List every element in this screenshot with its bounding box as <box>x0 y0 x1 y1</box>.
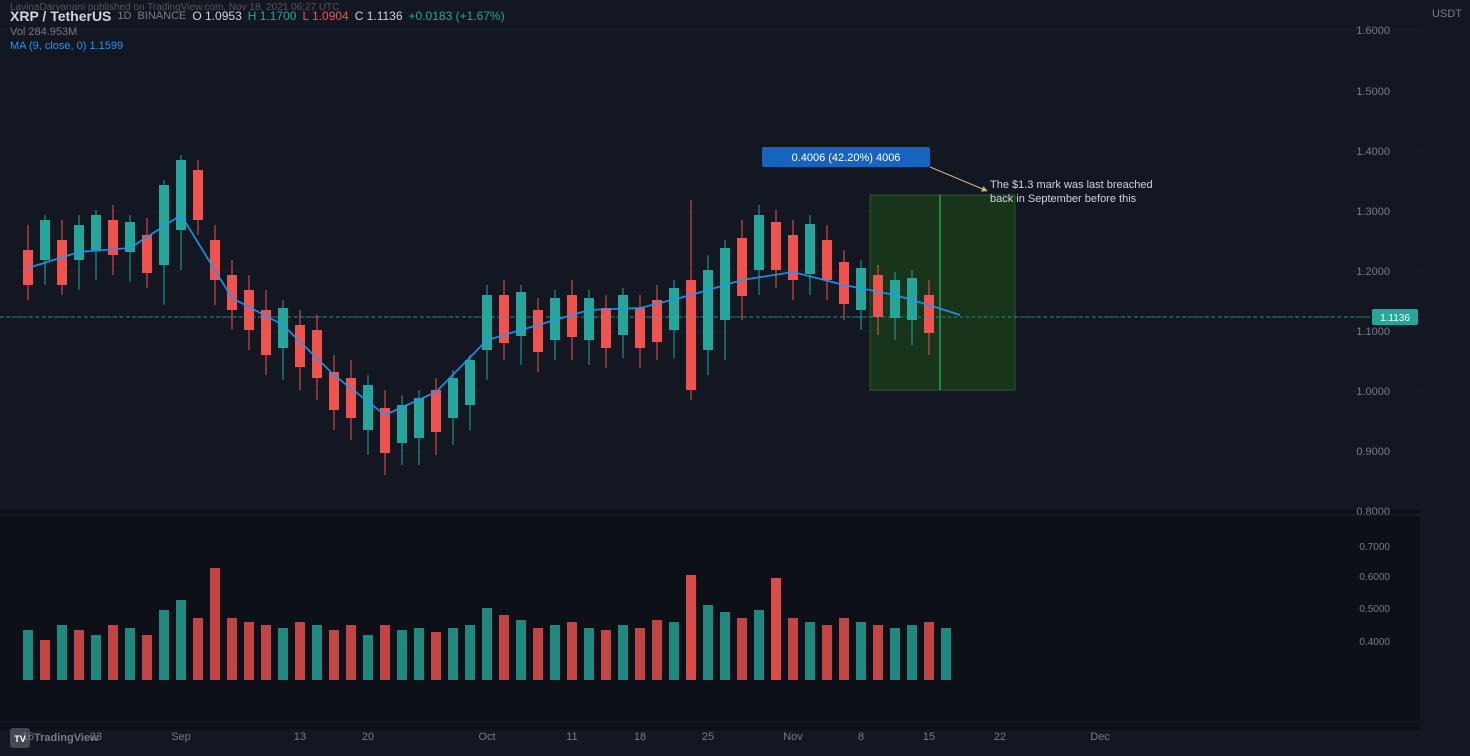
tradingview-watermark: TV TradingView <box>10 728 99 748</box>
ohlc-change: +0.0183 (+1.67%) <box>409 9 505 23</box>
svg-text:Sep: Sep <box>171 731 191 743</box>
svg-text:back in September before this: back in September before this <box>990 193 1137 205</box>
ma-row: MA (9, close, 0) 1.1599 <box>10 40 1460 52</box>
top-bar: XRP / TetherUS 1D BINANCE O 1.0953 H 1.1… <box>10 8 1460 52</box>
svg-text:1.2000: 1.2000 <box>1356 266 1390 278</box>
svg-text:Nov: Nov <box>783 731 803 743</box>
svg-text:0.8000: 0.8000 <box>1356 506 1390 518</box>
svg-text:0.4006 (42.20%) 4006: 0.4006 (42.20%) 4006 <box>792 152 901 164</box>
svg-text:0.4000: 0.4000 <box>1359 637 1390 648</box>
svg-text:25: 25 <box>702 731 714 743</box>
svg-text:0.5000: 0.5000 <box>1359 604 1390 615</box>
svg-text:1.3000: 1.3000 <box>1356 206 1390 218</box>
svg-text:0.9000: 0.9000 <box>1356 446 1390 458</box>
ohlc-close: C 1.1136 <box>355 9 403 23</box>
svg-text:1.1136: 1.1136 <box>1380 313 1410 324</box>
price-chart: 1.6000 1.5000 1.4000 1.3000 1.2000 1.100… <box>0 0 1420 756</box>
svg-text:20: 20 <box>362 731 374 743</box>
chart-container: XRP / TetherUS 1D BINANCE O 1.0953 H 1.1… <box>0 0 1470 756</box>
svg-text:13: 13 <box>294 731 306 743</box>
svg-text:1.1000: 1.1000 <box>1356 326 1390 338</box>
svg-text:1.5000: 1.5000 <box>1356 86 1390 98</box>
svg-text:1.0000: 1.0000 <box>1356 386 1390 398</box>
publisher-info: LavinaDaryanani published on TradingView… <box>10 2 339 13</box>
vol-row: Vol 284.953M <box>10 26 1460 38</box>
svg-text:Dec: Dec <box>1090 731 1110 743</box>
svg-text:1.4000: 1.4000 <box>1356 146 1390 158</box>
svg-text:8: 8 <box>858 731 864 743</box>
svg-text:15: 15 <box>923 731 935 743</box>
svg-text:18: 18 <box>634 731 646 743</box>
svg-text:0.7000: 0.7000 <box>1359 542 1390 553</box>
svg-text:The $1.3 mark was last breache: The $1.3 mark was last breached <box>990 179 1153 191</box>
svg-text:11: 11 <box>566 731 577 743</box>
svg-text:Oct: Oct <box>478 731 495 743</box>
svg-text:0.6000: 0.6000 <box>1359 572 1390 583</box>
svg-text:TV: TV <box>14 734 26 744</box>
tradingview-logo-text: TradingView <box>34 732 99 744</box>
svg-text:22: 22 <box>994 731 1006 743</box>
